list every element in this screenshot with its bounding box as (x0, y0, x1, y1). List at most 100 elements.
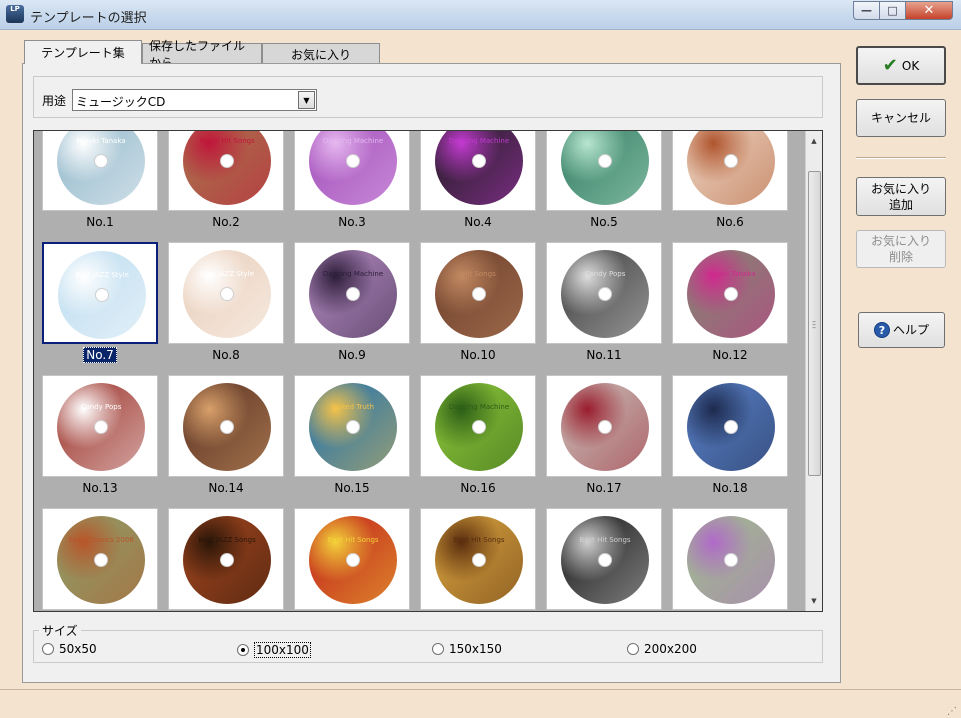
disc-hole (95, 288, 109, 302)
disc-hole (598, 420, 612, 434)
cd-disc-image (561, 131, 649, 205)
cd-disc-image (687, 383, 775, 471)
template-grid[interactable]: Miyuki Tanaka No.1 Music Hit Songs No.2 Danc… (33, 130, 823, 612)
disc-caption: Best JAZZ Style (200, 270, 254, 278)
template-label: No.9 (338, 348, 366, 362)
radio-icon[interactable] (627, 643, 639, 655)
tab-strip: テンプレート集 保存したファイルから お気に入り (24, 39, 380, 70)
title-bar[interactable]: LP テンプレートの選択 — □ ✕ (0, 0, 961, 30)
template-thumbnail[interactable]: Dancing Machine (420, 375, 536, 477)
template-label: No.6 (716, 215, 744, 229)
scroll-thumb[interactable]: – – – (808, 171, 821, 476)
template-thumbnail[interactable]: Naked Truth (294, 375, 410, 477)
disc-caption: Miyuki Tanaka (706, 270, 756, 278)
disc-hole (472, 287, 486, 301)
template-thumbnail[interactable]: Dancing Machine (294, 131, 410, 211)
cd-disc-image: Best JAZZ Songs (183, 516, 271, 604)
remove-favorite-label-line2: 削除 (888, 250, 913, 264)
template-thumbnail[interactable]: Best Hit Songs (546, 508, 662, 610)
usage-select[interactable]: ミュージックCD ▼ (72, 89, 317, 111)
size-radio-50[interactable]: 50x50 (42, 642, 97, 656)
tab-favorites[interactable]: お気に入り (262, 43, 380, 64)
status-bar: ⋰ (0, 689, 961, 718)
radio-checked-icon[interactable] (237, 644, 249, 656)
template-label: No.14 (208, 481, 244, 495)
template-thumbnail[interactable] (546, 131, 662, 211)
resize-grip-icon[interactable]: ⋰ (947, 707, 957, 717)
size-radio-100[interactable]: 100x100 (237, 642, 311, 658)
template-label: No.18 (712, 481, 748, 495)
cd-disc-image (183, 383, 271, 471)
help-button-label: ヘルプ (892, 323, 929, 337)
template-thumbnail[interactable]: Candy Pops (42, 375, 158, 477)
disc-hole (598, 553, 612, 567)
size-radio-200[interactable]: 200x200 (627, 642, 697, 656)
template-thumbnail[interactable]: Best Hit Songs (420, 508, 536, 610)
size-radio-150[interactable]: 150x150 (432, 642, 502, 656)
disc-hole (472, 553, 486, 567)
template-thumbnail[interactable]: Best Classics 2008 (42, 508, 158, 610)
ok-button[interactable]: ✔ OK (856, 46, 946, 85)
disc-hole (94, 553, 108, 567)
size-radio-label: 200x200 (644, 642, 697, 656)
scroll-down-icon[interactable]: ▼ (806, 593, 822, 609)
help-button[interactable]: ? ヘルプ (858, 312, 945, 348)
cancel-button[interactable]: キャンセル (856, 99, 946, 137)
disc-caption: Best JAZZ Songs (198, 536, 256, 544)
disc-caption: Best Hit Songs (579, 536, 631, 544)
size-radio-label: 150x150 (449, 642, 502, 656)
tab-template-collection[interactable]: テンプレート集 (24, 40, 142, 64)
template-label: No.17 (586, 481, 622, 495)
template-thumbnail[interactable] (168, 375, 284, 477)
disc-hole (346, 154, 360, 168)
disc-caption: Dancing Machine (448, 403, 510, 411)
template-thumbnail[interactable]: Best JAZZ Songs (168, 508, 284, 610)
template-thumbnail[interactable]: Best Hit Songs (294, 508, 410, 610)
chevron-down-icon[interactable]: ▼ (298, 91, 315, 109)
cd-disc-image (687, 516, 775, 604)
template-label: No.8 (212, 348, 240, 362)
template-label: No.7 (42, 347, 158, 363)
template-thumbnail[interactable]: Music Hit Songs (168, 131, 284, 211)
close-button[interactable]: ✕ (906, 1, 953, 20)
template-thumbnail[interactable]: Miyuki Tanaka (42, 131, 158, 211)
template-thumbnail[interactable]: Best JAZZ Style (42, 242, 158, 344)
disc-hole (346, 420, 360, 434)
scroll-up-icon[interactable]: ▲ (806, 133, 822, 149)
cd-disc-image: Candy Pops (561, 250, 649, 338)
remove-favorite-button[interactable]: お気に入り 削除 (856, 230, 946, 268)
template-thumbnail[interactable] (672, 131, 788, 211)
add-favorite-button[interactable]: お気に入り 追加 (856, 177, 946, 216)
disc-caption: Best Classics 2008 (68, 536, 134, 544)
tab-saved-files[interactable]: 保存したファイルから (142, 39, 262, 70)
usage-select-value: ミュージックCD (76, 95, 166, 109)
cd-disc-image: Naked Truth (309, 383, 397, 471)
vertical-scrollbar[interactable]: ▲ – – – ▼ (805, 131, 822, 611)
template-thumbnail[interactable]: Hit Songs (420, 242, 536, 344)
template-thumbnail[interactable] (546, 375, 662, 477)
template-thumbnail[interactable]: Miyuki Tanaka (672, 242, 788, 344)
template-thumbnail[interactable] (672, 375, 788, 477)
maximize-button[interactable]: □ (880, 1, 906, 20)
template-thumbnail[interactable] (672, 508, 788, 610)
disc-caption: Best Hit Songs (327, 536, 379, 544)
template-thumbnail[interactable]: Dancing Machine (420, 131, 536, 211)
cancel-button-label: キャンセル (870, 111, 931, 125)
template-thumbnail[interactable]: Dancing Machine (294, 242, 410, 344)
remove-favorite-label-line1: お気に入り (870, 234, 931, 248)
disc-caption: Naked Truth (331, 403, 375, 411)
app-icon: LP (6, 5, 24, 23)
template-thumbnail[interactable]: Candy Pops (546, 242, 662, 344)
radio-icon[interactable] (42, 643, 54, 655)
template-label: No.10 (460, 348, 496, 362)
tab-panel: 用途 ミュージックCD ▼ Miyuki Tanaka No.1 Music Hit… (22, 63, 841, 683)
template-thumbnail[interactable]: Best JAZZ Style (168, 242, 284, 344)
cd-disc-image: Best Classics 2008 (57, 516, 145, 604)
add-favorite-label-line2: 追加 (888, 197, 913, 212)
minimize-button[interactable]: — (853, 1, 880, 20)
radio-icon[interactable] (432, 643, 444, 655)
template-label: No.2 (212, 215, 240, 229)
disc-hole (598, 287, 612, 301)
cd-disc-image: Best Hit Songs (435, 516, 523, 604)
template-label: No.1 (86, 215, 114, 229)
